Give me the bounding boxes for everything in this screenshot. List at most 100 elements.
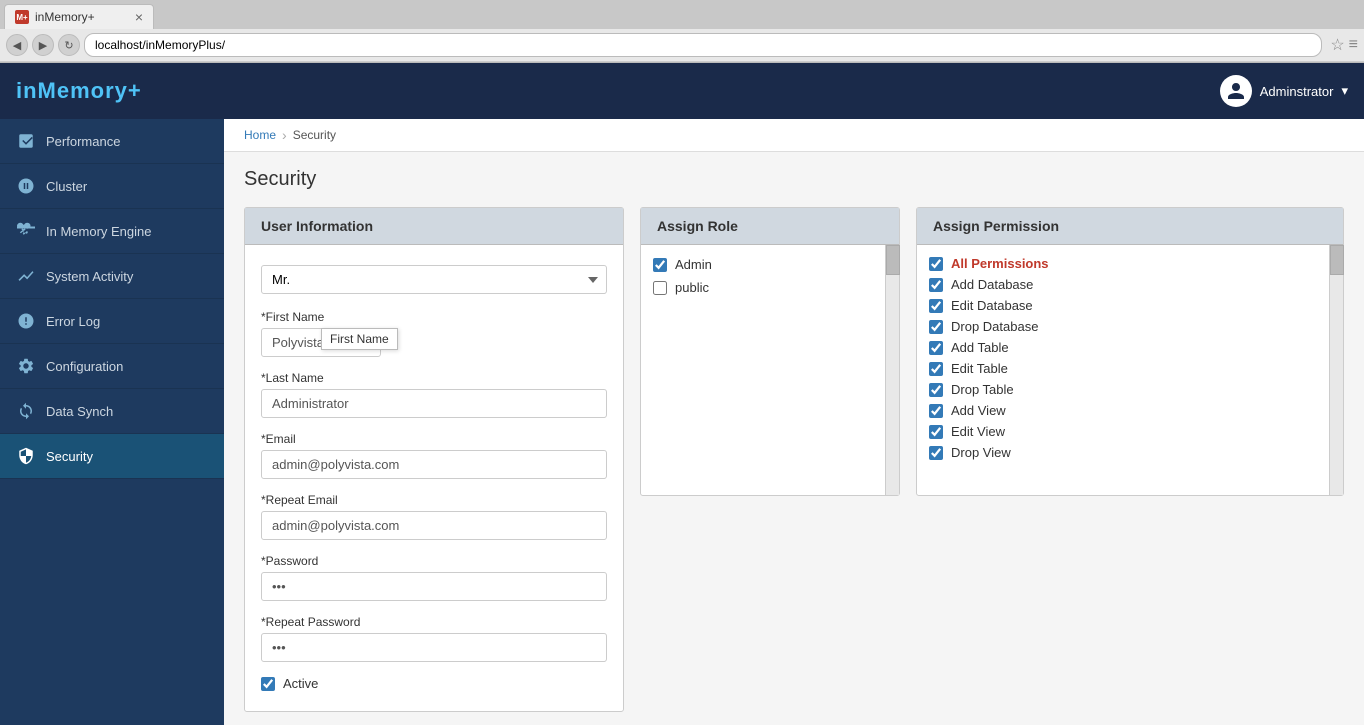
assign-permission-header: Assign Permission <box>917 208 1343 245</box>
first-name-label: *First Name <box>261 310 607 324</box>
browser-tab[interactable]: M+ inMemory+ × <box>4 4 154 29</box>
sidebar-item-system-activity[interactable]: System Activity <box>0 254 224 299</box>
title-select[interactable]: Mr. Mrs. Ms. Dr. <box>261 265 607 294</box>
role-public-label: public <box>675 280 709 295</box>
user-info-body: Mr. Mrs. Ms. Dr. *First Name <box>245 245 623 711</box>
role-scroll-thumb[interactable] <box>886 245 900 275</box>
sidebar-label-configuration: Configuration <box>46 359 123 374</box>
tab-close-button[interactable]: × <box>135 9 143 25</box>
repeat-password-input[interactable] <box>261 633 607 662</box>
sidebar: Performance Cluster In Memory Engine Sys… <box>0 119 224 725</box>
app-wrapper: inMemory+ Adminstrator ▾ Performance <box>0 63 1364 725</box>
sidebar-item-cluster[interactable]: Cluster <box>0 164 224 209</box>
main-layout: Performance Cluster In Memory Engine Sys… <box>0 119 1364 725</box>
role-scrollbar[interactable] <box>885 245 899 495</box>
sidebar-label-performance: Performance <box>46 134 120 149</box>
perm-add-view-checkbox[interactable] <box>929 404 943 418</box>
user-dropdown-icon[interactable]: ▾ <box>1341 83 1348 99</box>
role-item-public: public <box>645 276 895 299</box>
username-label: Adminstrator <box>1260 84 1334 99</box>
password-group: *Password <box>261 554 607 601</box>
sidebar-item-data-synch[interactable]: Data Synch <box>0 389 224 434</box>
perm-item-edit-table: Edit Table <box>921 358 1339 379</box>
sidebar-label-cluster: Cluster <box>46 179 87 194</box>
password-input[interactable] <box>261 572 607 601</box>
repeat-email-input[interactable] <box>261 511 607 540</box>
security-icon <box>16 446 36 466</box>
browser-nav-bar: ◀ ▶ ↻ ☆ ≡ <box>0 29 1364 62</box>
perm-edit-view-label: Edit View <box>951 424 1005 439</box>
breadcrumb-current: Security <box>293 128 336 142</box>
first-name-group: *First Name First Name <box>261 310 607 357</box>
perm-edit-view-checkbox[interactable] <box>929 425 943 439</box>
user-avatar <box>1220 75 1252 107</box>
first-name-tooltip-wrapper: First Name <box>261 328 607 357</box>
perm-drop-table-label: Drop Table <box>951 382 1014 397</box>
sidebar-label-system-activity: System Activity <box>46 269 133 284</box>
role-item-admin: Admin <box>645 253 895 276</box>
perm-edit-table-checkbox[interactable] <box>929 362 943 376</box>
configuration-icon <box>16 356 36 376</box>
assign-permission-body: All Permissions Add Database Edit Databa… <box>917 245 1343 495</box>
sidebar-item-configuration[interactable]: Configuration <box>0 344 224 389</box>
email-label: *Email <box>261 432 607 446</box>
address-bar[interactable] <box>84 33 1322 57</box>
bookmark-icon[interactable]: ☆ <box>1330 35 1344 55</box>
menu-icon[interactable]: ≡ <box>1349 36 1358 54</box>
tab-title: inMemory+ <box>35 10 95 24</box>
sidebar-item-error-log[interactable]: Error Log <box>0 299 224 344</box>
sidebar-label-memory-engine: In Memory Engine <box>46 224 152 239</box>
perm-add-db-checkbox[interactable] <box>929 278 943 292</box>
active-row: Active <box>261 676 607 691</box>
performance-icon <box>16 131 36 151</box>
perm-item-all: All Permissions <box>921 253 1339 274</box>
panels-row: User Information Mr. Mrs. Ms. Dr. <box>244 207 1344 712</box>
perm-edit-table-label: Edit Table <box>951 361 1008 376</box>
active-checkbox[interactable] <box>261 677 275 691</box>
role-list: Admin public <box>641 245 899 307</box>
perm-scroll-thumb[interactable] <box>1330 245 1344 275</box>
email-input[interactable] <box>261 450 607 479</box>
system-activity-icon <box>16 266 36 286</box>
perm-edit-db-checkbox[interactable] <box>929 299 943 313</box>
breadcrumb-home[interactable]: Home <box>244 128 276 142</box>
title-select-wrapper: Mr. Mrs. Ms. Dr. <box>261 265 607 294</box>
role-admin-checkbox[interactable] <box>653 258 667 272</box>
data-synch-icon <box>16 401 36 421</box>
app-header: inMemory+ Adminstrator ▾ <box>0 63 1364 119</box>
perm-scrollbar[interactable] <box>1329 245 1343 495</box>
perm-item-edit-view: Edit View <box>921 421 1339 442</box>
sidebar-item-memory-engine[interactable]: In Memory Engine <box>0 209 224 254</box>
page-content: Security User Information Mr. Mrs. Ms. <box>224 152 1364 725</box>
memory-engine-icon <box>16 221 36 241</box>
sidebar-item-security[interactable]: Security <box>0 434 224 479</box>
repeat-email-label: *Repeat Email <box>261 493 607 507</box>
perm-drop-db-label: Drop Database <box>951 319 1038 334</box>
assign-role-body: Admin public <box>641 245 899 495</box>
perm-drop-view-label: Drop View <box>951 445 1011 460</box>
perm-add-table-checkbox[interactable] <box>929 341 943 355</box>
last-name-input[interactable] <box>261 389 607 418</box>
forward-button[interactable]: ▶ <box>32 34 54 56</box>
assign-permission-panel: Assign Permission All Permissions Add Da… <box>916 207 1344 496</box>
breadcrumb: Home › Security <box>224 119 1364 152</box>
perm-item-add-view: Add View <box>921 400 1339 421</box>
perm-item-drop-database: Drop Database <box>921 316 1339 337</box>
page-title: Security <box>244 168 1344 191</box>
header-user: Adminstrator ▾ <box>1220 75 1348 107</box>
role-public-checkbox[interactable] <box>653 281 667 295</box>
perm-add-view-label: Add View <box>951 403 1006 418</box>
breadcrumb-separator: › <box>282 127 287 143</box>
perm-drop-view-checkbox[interactable] <box>929 446 943 460</box>
permission-list: All Permissions Add Database Edit Databa… <box>917 245 1343 471</box>
perm-drop-db-checkbox[interactable] <box>929 320 943 334</box>
sidebar-item-performance[interactable]: Performance <box>0 119 224 164</box>
active-label: Active <box>283 676 318 691</box>
perm-all-label: All Permissions <box>951 256 1049 271</box>
browser-tab-bar: M+ inMemory+ × <box>0 0 1364 29</box>
back-button[interactable]: ◀ <box>6 34 28 56</box>
perm-item-add-database: Add Database <box>921 274 1339 295</box>
perm-drop-table-checkbox[interactable] <box>929 383 943 397</box>
perm-all-checkbox[interactable] <box>929 257 943 271</box>
refresh-button[interactable]: ↻ <box>58 34 80 56</box>
